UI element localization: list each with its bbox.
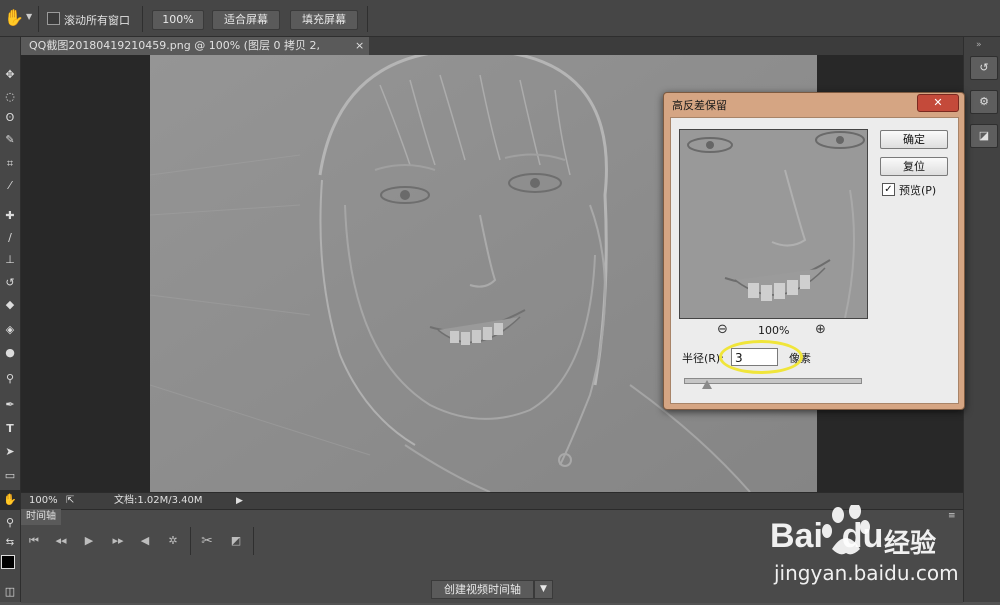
create-video-timeline-button[interactable]: 创建视频时间轴 bbox=[431, 580, 534, 599]
quick-mask-icon[interactable]: ◫ bbox=[0, 582, 20, 602]
previous-frame-icon[interactable]: ◂◂ bbox=[52, 530, 70, 552]
hand-tool-icon[interactable]: ✋ bbox=[0, 490, 20, 510]
history-panel-icon[interactable]: ↺ bbox=[970, 56, 998, 80]
status-doc-size: 文档:1.02M/3.40M bbox=[114, 495, 203, 506]
foreground-color-swatch[interactable] bbox=[1, 555, 15, 569]
close-tab-icon[interactable]: × bbox=[355, 37, 364, 55]
zoom-in-icon[interactable]: ⊕ bbox=[815, 322, 826, 337]
baidu-watermark: Bai du 经验 jingyan.baidu.com bbox=[760, 503, 1000, 602]
divider bbox=[190, 527, 191, 555]
crop-tool-icon[interactable]: ⌗ bbox=[0, 154, 20, 174]
preview-image bbox=[680, 130, 867, 318]
preview-checkbox[interactable]: ✓ bbox=[882, 183, 895, 196]
brush-tool-icon[interactable]: ∕ bbox=[0, 228, 20, 248]
type-tool-icon[interactable]: T bbox=[0, 419, 20, 439]
scroll-all-windows-label: 滚动所有窗口 bbox=[64, 14, 130, 27]
clone-stamp-tool-icon[interactable]: ⊥ bbox=[0, 250, 20, 270]
divider bbox=[142, 6, 143, 32]
export-icon[interactable]: ⇱ bbox=[66, 493, 74, 509]
status-menu-arrow-icon[interactable]: ▶ bbox=[236, 493, 243, 509]
fit-screen-button[interactable]: 适合屏幕 bbox=[212, 10, 280, 30]
swap-colors-icon[interactable]: ⇆ bbox=[0, 533, 20, 553]
history-brush-tool-icon[interactable]: ↺ bbox=[0, 273, 20, 293]
dialog-title: 高反差保留 bbox=[672, 99, 727, 112]
filter-preview[interactable] bbox=[679, 129, 868, 319]
properties-panel-icon[interactable]: ⚙ bbox=[970, 90, 998, 114]
eyedropper-tool-icon[interactable]: ⁄ bbox=[0, 176, 20, 196]
paths-panel-icon[interactable]: ◪ bbox=[970, 124, 998, 148]
next-frame-icon[interactable]: ▸▸ bbox=[109, 530, 127, 552]
path-selection-tool-icon[interactable]: ➤ bbox=[0, 442, 20, 462]
watermark-url: jingyan.baidu.com bbox=[774, 561, 959, 585]
divider bbox=[367, 6, 368, 32]
dodge-tool-icon[interactable]: ⚲ bbox=[0, 369, 20, 389]
divider bbox=[38, 6, 39, 32]
radius-slider-thumb[interactable] bbox=[702, 380, 713, 389]
document-tab[interactable]: QQ截图20180419210459.png @ 100% (图层 0 拷贝 2… bbox=[21, 37, 369, 70]
annotation-highlight-circle bbox=[719, 340, 803, 374]
pen-tool-icon[interactable]: ✒ bbox=[0, 395, 20, 415]
hand-tool-icon[interactable]: ✋ bbox=[4, 8, 24, 27]
zoom-100-button[interactable]: 100% bbox=[152, 10, 204, 30]
watermark-brand: Bai du bbox=[770, 517, 884, 555]
audio-icon[interactable]: ◀ bbox=[136, 530, 154, 552]
move-tool-icon[interactable]: ✥ bbox=[0, 65, 20, 85]
zoom-out-icon[interactable]: ⊖ bbox=[717, 322, 728, 337]
scroll-all-windows-checkbox[interactable] bbox=[47, 12, 60, 25]
transition-icon[interactable]: ◩ bbox=[227, 530, 245, 552]
tools-panel: ✥ ◌ ʘ ✎ ⌗ ⁄ ✚ ∕ ⊥ ↺ ◆ ◈ ● ⚲ ✒ T ➤ ▭ ✋ ⚲ … bbox=[0, 37, 21, 602]
zoom-tool-icon[interactable]: ⚲ bbox=[0, 513, 20, 533]
fill-screen-button[interactable]: 填充屏幕 bbox=[290, 10, 358, 30]
paint-bucket-tool-icon[interactable]: ◈ bbox=[0, 320, 20, 340]
preview-zoom-level: 100% bbox=[758, 324, 790, 337]
go-to-first-frame-icon[interactable]: ⏮ bbox=[25, 530, 43, 552]
preview-label: 预览(P) bbox=[899, 184, 937, 197]
options-bar: ✋ ▼ 滚动所有窗口 100% 适合屏幕 填充屏幕 bbox=[0, 0, 1000, 37]
tool-preset-dropdown-icon[interactable]: ▼ bbox=[26, 12, 32, 21]
collapse-panels-icon[interactable]: » bbox=[976, 40, 982, 50]
timeline-mode-dropdown-icon[interactable]: ▼ bbox=[534, 580, 553, 599]
quick-selection-tool-icon[interactable]: ✎ bbox=[0, 130, 20, 150]
timeline-tab[interactable]: 时间轴 bbox=[21, 509, 61, 525]
reset-button[interactable]: 复位 bbox=[880, 157, 948, 176]
status-zoom[interactable]: 100% bbox=[29, 493, 58, 509]
settings-icon[interactable]: ✲ bbox=[164, 530, 182, 552]
ok-button[interactable]: 确定 bbox=[880, 130, 948, 149]
lasso-tool-icon[interactable]: ʘ bbox=[0, 108, 20, 128]
dialog-close-button[interactable]: ✕ bbox=[917, 94, 959, 112]
marquee-tool-icon[interactable]: ◌ bbox=[0, 87, 20, 107]
spot-healing-tool-icon[interactable]: ✚ bbox=[0, 206, 20, 226]
watermark-brand-cn: 经验 bbox=[884, 529, 937, 559]
play-icon[interactable]: ▶ bbox=[80, 530, 98, 552]
eraser-tool-icon[interactable]: ◆ bbox=[0, 295, 20, 315]
blur-tool-icon[interactable]: ● bbox=[0, 343, 20, 363]
radius-label: 半径(R): bbox=[682, 352, 724, 365]
split-scissors-icon[interactable]: ✂ bbox=[198, 530, 216, 552]
rectangle-tool-icon[interactable]: ▭ bbox=[0, 466, 20, 486]
divider bbox=[253, 527, 254, 555]
